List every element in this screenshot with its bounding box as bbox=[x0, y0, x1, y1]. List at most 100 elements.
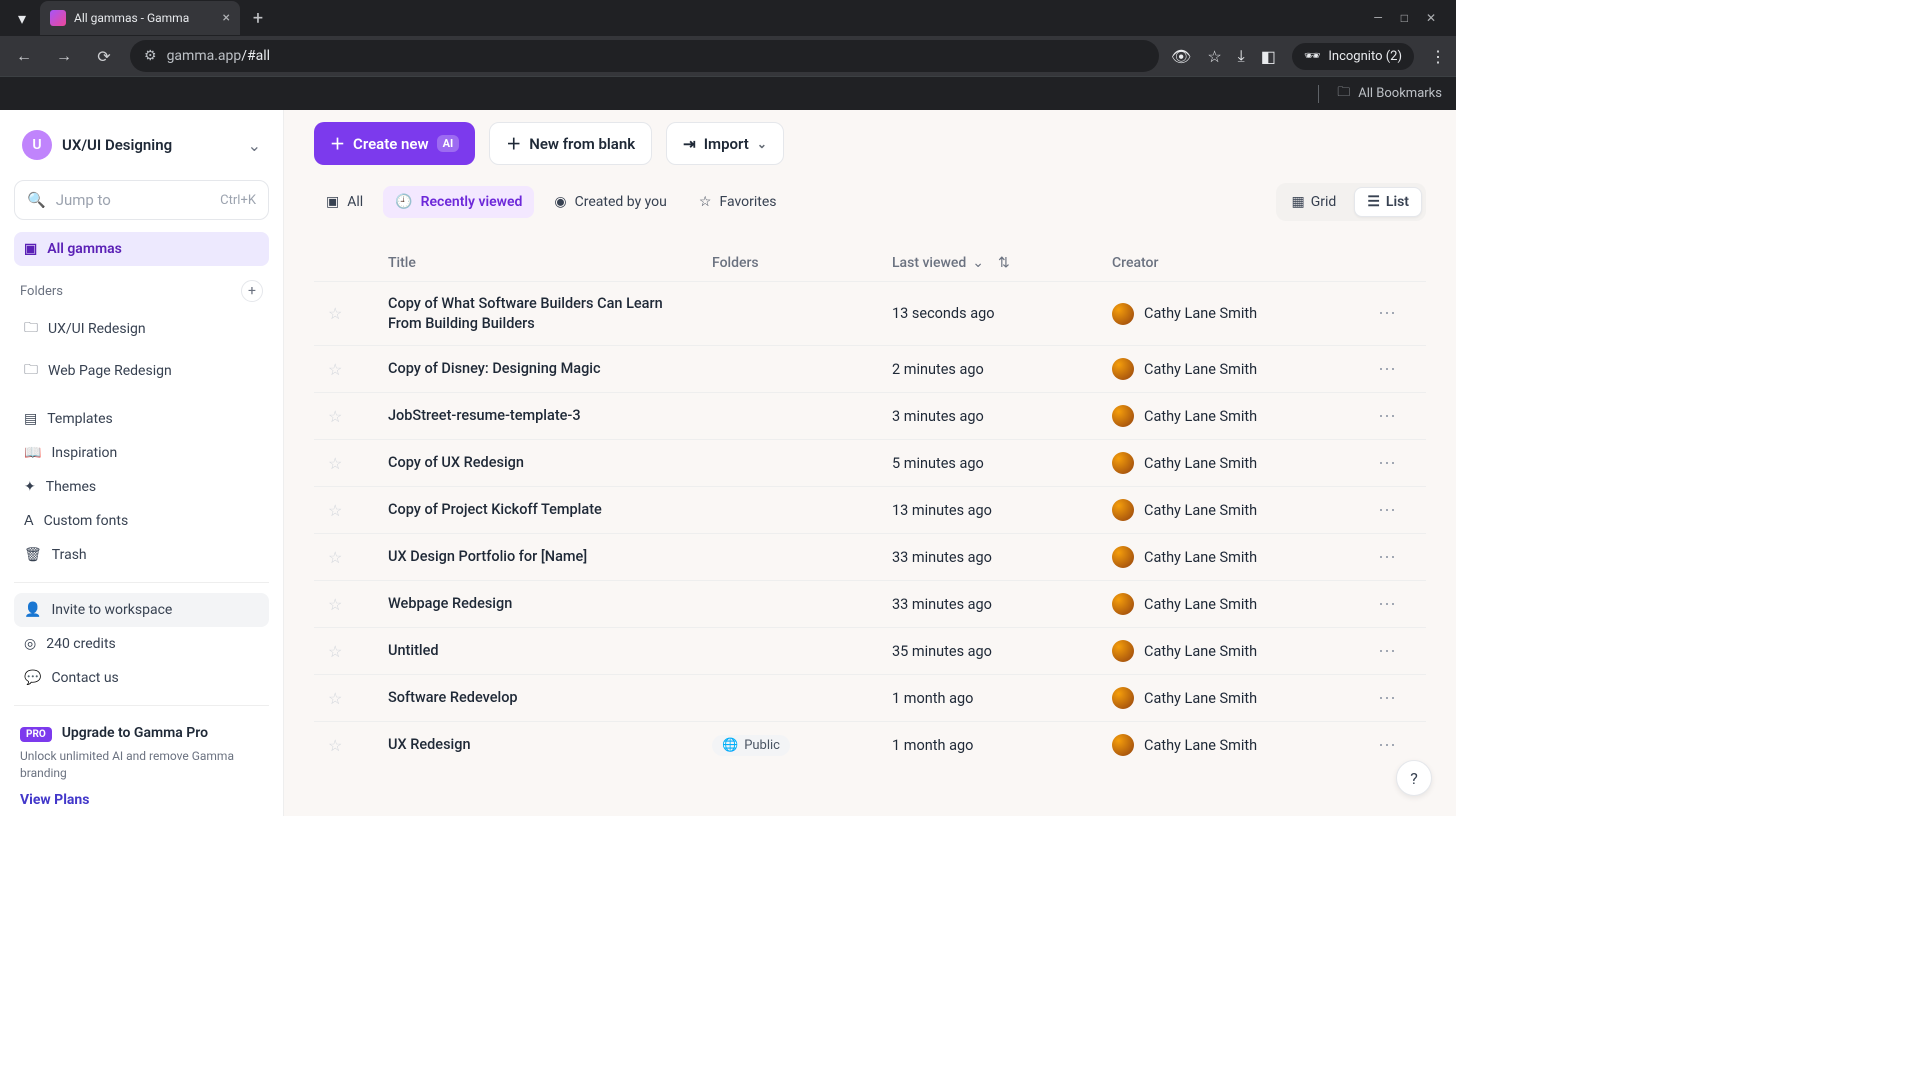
new-blank-button[interactable]: ＋ New from blank bbox=[489, 122, 652, 165]
sidebar-item-trash[interactable]: 🗑 Trash bbox=[14, 538, 269, 572]
table-row[interactable]: ☆Software Redevelop1 month agoCathy Lane… bbox=[314, 674, 1426, 721]
th-creator[interactable]: Creator bbox=[1112, 255, 1362, 271]
themes-label: Themes bbox=[46, 479, 96, 495]
creator-name: Cathy Lane Smith bbox=[1144, 502, 1257, 519]
clock-icon: 🕘 bbox=[395, 194, 412, 210]
new-tab-button[interactable]: + bbox=[244, 4, 272, 32]
jump-to-search[interactable]: 🔍 Jump to Ctrl+K bbox=[14, 180, 269, 220]
add-folder-button[interactable]: + bbox=[241, 280, 263, 302]
row-title[interactable]: JobStreet-resume-template-3 bbox=[388, 406, 712, 426]
sidebar-folder-webpage-redesign[interactable]: 🗀 Web Page Redesign bbox=[14, 350, 269, 392]
sidebar-item-credits[interactable]: ◎ 240 credits bbox=[14, 627, 269, 661]
forward-button[interactable]: → bbox=[50, 42, 78, 70]
bookmark-star-icon[interactable]: ☆ bbox=[1207, 47, 1221, 66]
row-title[interactable]: Untitled bbox=[388, 641, 712, 661]
row-more-icon[interactable]: ⋯ bbox=[1362, 359, 1412, 380]
maximize-icon[interactable]: □ bbox=[1401, 11, 1408, 25]
th-folders[interactable]: Folders bbox=[712, 255, 892, 271]
favorite-star-icon[interactable]: ☆ bbox=[328, 304, 388, 323]
kebab-menu-icon[interactable]: ⋮ bbox=[1430, 47, 1446, 66]
back-button[interactable]: ← bbox=[10, 42, 38, 70]
table-row[interactable]: ☆Copy of Project Kickoff Template13 minu… bbox=[314, 486, 1426, 533]
help-fab[interactable]: ? bbox=[1396, 760, 1432, 796]
eye-off-icon[interactable]: 👁 bbox=[1171, 47, 1191, 66]
favorite-star-icon[interactable]: ☆ bbox=[328, 501, 388, 520]
address-bar[interactable]: ⚙ gamma.app/#all bbox=[130, 40, 1159, 72]
sidebar-item-contact[interactable]: 💬 Contact us bbox=[14, 661, 269, 695]
row-more-icon[interactable]: ⋯ bbox=[1362, 453, 1412, 474]
public-badge: 🌐 Public bbox=[712, 735, 790, 756]
tab-search-button[interactable]: ▾ bbox=[8, 4, 36, 32]
sidebar-item-all-gammas[interactable]: ▣ All gammas bbox=[14, 232, 269, 266]
row-title[interactable]: UX Design Portfolio for [Name] bbox=[388, 547, 712, 567]
workspace-switcher[interactable]: U UX/UI Designing ⌄ bbox=[14, 124, 269, 166]
side-panel-icon[interactable]: ◧ bbox=[1261, 47, 1276, 66]
jump-to-placeholder: Jump to bbox=[56, 191, 111, 209]
import-button[interactable]: ⇥ Import ⌄ bbox=[666, 122, 784, 165]
table-row[interactable]: ☆Copy of What Software Builders Can Lear… bbox=[314, 281, 1426, 345]
sidebar-item-templates[interactable]: ▤ Templates bbox=[14, 402, 269, 436]
row-title[interactable]: UX Redesign bbox=[388, 735, 712, 755]
table-row[interactable]: ☆UX Design Portfolio for [Name]33 minute… bbox=[314, 533, 1426, 580]
favorite-star-icon[interactable]: ☆ bbox=[328, 454, 388, 473]
row-title[interactable]: Software Redevelop bbox=[388, 688, 712, 708]
filter-all[interactable]: ▣ All bbox=[314, 186, 375, 218]
row-more-icon[interactable]: ⋯ bbox=[1362, 688, 1412, 709]
row-title[interactable]: Copy of Project Kickoff Template bbox=[388, 500, 712, 520]
view-toggle: ▦ Grid ☰ List bbox=[1276, 183, 1427, 221]
row-creator: Cathy Lane Smith bbox=[1112, 303, 1362, 325]
row-more-icon[interactable]: ⋯ bbox=[1362, 406, 1412, 427]
row-more-icon[interactable]: ⋯ bbox=[1362, 547, 1412, 568]
row-title[interactable]: Copy of What Software Builders Can Learn… bbox=[388, 294, 712, 333]
row-more-icon[interactable]: ⋯ bbox=[1362, 735, 1412, 756]
view-grid-button[interactable]: ▦ Grid bbox=[1280, 187, 1349, 217]
row-more-icon[interactable]: ⋯ bbox=[1362, 594, 1412, 615]
view-plans-link[interactable]: View Plans bbox=[20, 792, 89, 808]
favorite-star-icon[interactable]: ☆ bbox=[328, 360, 388, 379]
site-info-icon[interactable]: ⚙ bbox=[144, 48, 157, 64]
favorite-star-icon[interactable]: ☆ bbox=[328, 736, 388, 755]
close-tab-icon[interactable]: × bbox=[223, 10, 230, 26]
sort-swap-icon[interactable]: ⇅ bbox=[998, 255, 1010, 271]
row-title[interactable]: Copy of UX Redesign bbox=[388, 453, 712, 473]
incognito-badge[interactable]: 🕶 Incognito (2) bbox=[1292, 43, 1414, 70]
table-row[interactable]: ☆Copy of Disney: Designing Magic2 minute… bbox=[314, 345, 1426, 392]
sidebar-folder-uxui-redesign[interactable]: 🗀 UX/UI Redesign bbox=[14, 308, 269, 350]
favorite-star-icon[interactable]: ☆ bbox=[328, 689, 388, 708]
minimize-icon[interactable]: ― bbox=[1373, 11, 1382, 25]
sidebar-item-themes[interactable]: ✦ Themes bbox=[14, 470, 269, 504]
sidebar-item-inspiration[interactable]: 📖 Inspiration bbox=[14, 436, 269, 470]
filter-recently-viewed[interactable]: 🕘 Recently viewed bbox=[383, 186, 534, 218]
create-new-button[interactable]: ＋ Create new AI bbox=[314, 122, 475, 165]
favorite-star-icon[interactable]: ☆ bbox=[328, 407, 388, 426]
filter-created-by-you[interactable]: ◉ Created by you bbox=[542, 186, 678, 218]
table-row[interactable]: ☆UX Redesign🌐 Public1 month agoCathy Lan… bbox=[314, 721, 1426, 768]
table-row[interactable]: ☆JobStreet-resume-template-33 minutes ag… bbox=[314, 392, 1426, 439]
favorite-star-icon[interactable]: ☆ bbox=[328, 548, 388, 567]
all-bookmarks-link[interactable]: All Bookmarks bbox=[1358, 86, 1442, 101]
filter-favorites[interactable]: ☆ Favorites bbox=[687, 186, 789, 218]
view-list-button[interactable]: ☰ List bbox=[1354, 187, 1422, 217]
table-row[interactable]: ☆Untitled35 minutes agoCathy Lane Smith⋯ bbox=[314, 627, 1426, 674]
browser-chrome: ▾ All gammas - Gamma × + ― □ ✕ ← → ⟳ ⚙ g… bbox=[0, 0, 1456, 110]
sidebar-item-invite[interactable]: 👤 Invite to workspace bbox=[14, 593, 269, 627]
table-row[interactable]: ☆Copy of UX Redesign5 minutes agoCathy L… bbox=[314, 439, 1426, 486]
reload-button[interactable]: ⟳ bbox=[90, 42, 118, 70]
row-more-icon[interactable]: ⋯ bbox=[1362, 303, 1412, 324]
close-window-icon[interactable]: ✕ bbox=[1426, 11, 1436, 25]
th-last-viewed[interactable]: Last viewed ⌄ ⇅ bbox=[892, 255, 1112, 271]
browser-tab[interactable]: All gammas - Gamma × bbox=[40, 1, 240, 35]
grid-icon: ▦ bbox=[1292, 194, 1305, 210]
th-title[interactable]: Title bbox=[388, 255, 712, 271]
row-more-icon[interactable]: ⋯ bbox=[1362, 500, 1412, 521]
row-title[interactable]: Copy of Disney: Designing Magic bbox=[388, 359, 712, 379]
favorite-star-icon[interactable]: ☆ bbox=[328, 642, 388, 661]
downloads-icon[interactable]: ⤓ bbox=[1238, 46, 1245, 66]
row-creator: Cathy Lane Smith bbox=[1112, 358, 1362, 380]
table-row[interactable]: ☆Webpage Redesign33 minutes agoCathy Lan… bbox=[314, 580, 1426, 627]
incognito-icon: 🕶 bbox=[1304, 49, 1321, 64]
row-title[interactable]: Webpage Redesign bbox=[388, 594, 712, 614]
sidebar-item-custom-fonts[interactable]: 𝖠 Custom fonts bbox=[14, 504, 269, 538]
row-more-icon[interactable]: ⋯ bbox=[1362, 641, 1412, 662]
favorite-star-icon[interactable]: ☆ bbox=[328, 595, 388, 614]
